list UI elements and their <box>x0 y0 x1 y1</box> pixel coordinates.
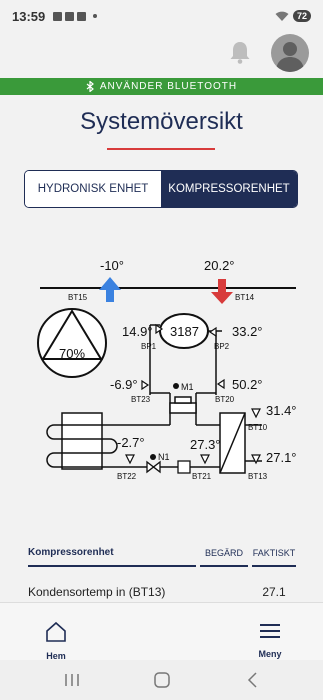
bt20-label: BT20 <box>215 395 235 404</box>
bluetooth-banner: ANVÄNDER BLUETOOTH <box>0 78 323 95</box>
system-diagram: -10° 20.2° BT15 BT14 70% 3187 14.9° BP1 … <box>37 258 297 481</box>
bt10-label: BT10 <box>248 423 268 432</box>
battery-indicator: 72 <box>292 10 311 22</box>
bp1-value: 14.9° <box>122 324 153 339</box>
bt21-label: BT21 <box>192 472 212 481</box>
bt13-value: 27.1° <box>266 450 297 465</box>
menu-icon <box>260 624 280 638</box>
notification-icons <box>53 11 98 21</box>
tab-compressor-unit[interactable]: KOMPRESSORENHET <box>161 171 297 207</box>
dot-icon <box>93 14 98 18</box>
recents-icon[interactable] <box>65 674 79 686</box>
bt21-value: 27.3° <box>190 437 221 452</box>
bt22-value: -2.7° <box>117 435 145 450</box>
bp1-label: BP1 <box>141 342 157 351</box>
cold-air-arrow <box>99 277 121 302</box>
expansion-valve <box>146 460 161 474</box>
bt14-label: BT14 <box>235 293 255 302</box>
fan-percent: 70% <box>59 346 85 361</box>
compressor-value: 3187 <box>170 324 199 339</box>
top-bar <box>0 32 323 78</box>
table-header-actual: FAKTISKT <box>252 548 296 567</box>
status-bar: 13:59 72 <box>0 0 323 32</box>
teams-icon <box>77 11 87 21</box>
bt15-label: BT15 <box>68 293 88 302</box>
bp2-value: 33.2° <box>232 324 263 339</box>
filter <box>177 460 191 474</box>
page-title: Systemöversikt <box>80 108 243 135</box>
tab-hydronic-unit[interactable]: HYDRONISK ENHET <box>25 171 161 207</box>
table-row: Kondensortemp in (BT13) 27.1 <box>28 585 296 599</box>
system-nav-bar <box>0 660 323 700</box>
avatar[interactable] <box>271 34 309 72</box>
bluetooth-icon <box>86 81 94 92</box>
bt10-value: 31.4° <box>266 403 297 418</box>
calendar-icon <box>53 11 63 21</box>
row-actual: 27.1 <box>262 585 286 599</box>
bell-icon[interactable] <box>229 40 251 64</box>
nav-home[interactable]: Hem <box>36 621 76 661</box>
bt23-value: -6.9° <box>110 377 138 392</box>
fan-gauge <box>37 308 107 378</box>
home-button-icon[interactable] <box>154 672 170 688</box>
unit-tabs: HYDRONISK ENHET KOMPRESSORENHET <box>24 170 298 208</box>
table-header-name: Kompressorenhet <box>28 547 196 567</box>
bt13-label: BT13 <box>248 472 268 481</box>
bluetooth-banner-text: ANVÄNDER BLUETOOTH <box>99 81 238 92</box>
nav-menu-label: Meny <box>258 649 282 659</box>
bottom-nav: Hem Meny <box>0 602 323 661</box>
outdoor-temp: -10° <box>100 258 124 273</box>
wifi-icon <box>275 11 289 21</box>
table-header-requested: BEGÄRD <box>200 548 248 567</box>
title-underline <box>107 148 215 150</box>
bt22-label: BT22 <box>117 472 137 481</box>
exhaust-temp: 20.2° <box>204 258 235 273</box>
table-header: Kompressorenhet BEGÄRD FAKTISKT <box>28 541 296 567</box>
calendar-icon <box>65 11 75 21</box>
four-way-valve <box>169 402 197 414</box>
m1-label: M1 <box>181 382 194 392</box>
bt23-label: BT23 <box>131 395 151 404</box>
hot-air-arrow <box>211 279 233 304</box>
home-icon <box>46 621 66 642</box>
evaporator <box>61 412 103 470</box>
back-icon[interactable] <box>247 672 257 688</box>
bt20-value: 50.2° <box>232 377 263 392</box>
nav-menu[interactable]: Meny <box>250 621 290 659</box>
n1-label: N1 <box>158 452 170 462</box>
status-time: 13:59 <box>12 8 46 24</box>
row-name: Kondensortemp in (BT13) <box>28 585 166 599</box>
bp2-label: BP2 <box>214 342 230 351</box>
